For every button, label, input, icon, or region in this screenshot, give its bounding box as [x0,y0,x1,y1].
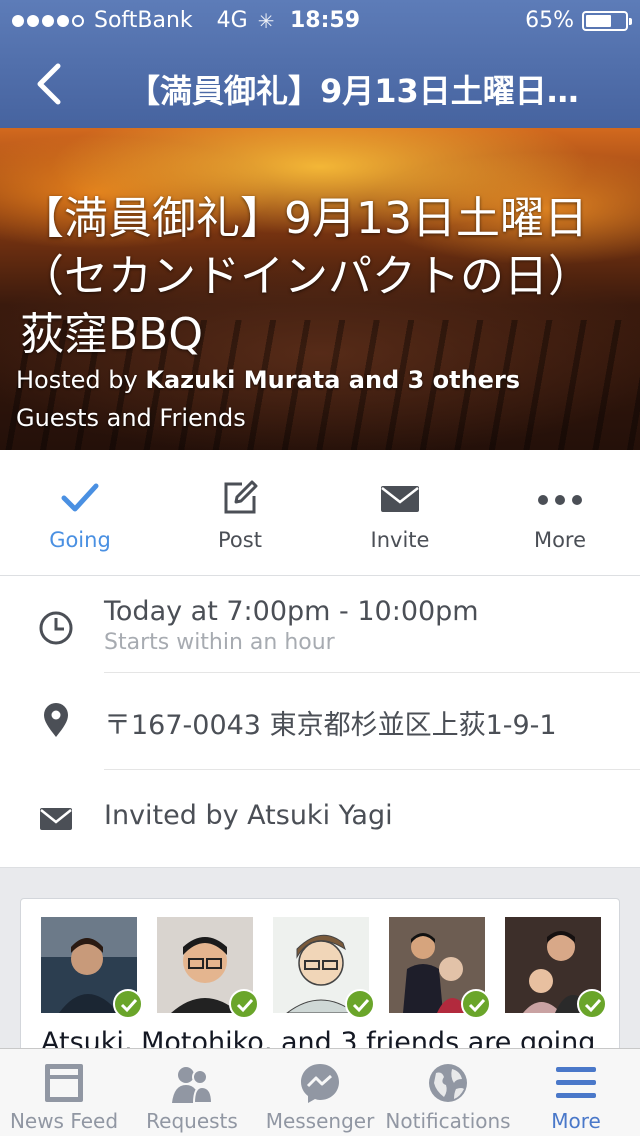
event-action-bar: Going Post Invite More [0,450,640,576]
menu-icon [556,1067,596,1098]
event-details: Today at 7:00pm - 10:00pm Starts within … [0,576,640,868]
going-check-icon [461,989,491,1019]
invited-by: Invited by Atsuki Yagi [104,800,393,831]
post-label: Post [218,528,262,552]
post-button[interactable]: Post [160,450,320,576]
going-check-icon [345,989,375,1019]
event-time-row[interactable]: Today at 7:00pm - 10:00pm Starts within … [0,576,640,673]
clock: 18:59 [290,8,361,33]
event-audience: Guests and Friends [16,404,246,432]
page-title: 【満員御礼】9月13日土曜日… [128,72,579,110]
messenger-icon [301,1064,339,1103]
event-time: Today at 7:00pm - 10:00pm [104,596,479,627]
event-hosts: Hosted by Kazuki Murata and 3 others [16,366,520,394]
host-names-link[interactable]: Kazuki Murata and 3 others [145,366,520,394]
back-button[interactable] [30,62,70,106]
event-title: 【満員御礼】9月13日土曜日（セカンドインパクトの日）荻窪BBQ [20,193,592,360]
invite-button[interactable]: Invite [320,450,480,576]
event-location-row[interactable]: 〒167-0043 東京都杉並区上荻1-9-1 [0,673,640,770]
status-bar: SoftBank 4G ✳ 18:59 65% [0,0,640,40]
signal-strength-icon [12,14,84,27]
globe-icon [429,1064,467,1102]
invited-by-row[interactable]: Invited by Atsuki Yagi [0,770,640,867]
going-check-icon [577,989,607,1019]
event-time-subtitle: Starts within an hour [104,630,335,655]
carrier-name: SoftBank [94,8,193,33]
top-bar: SoftBank 4G ✳ 18:59 65% 【満員御礼】9月13日土曜日… [0,0,640,128]
envelope-icon [40,808,72,830]
tab-more[interactable]: More [512,1049,640,1136]
avatar[interactable] [157,917,259,1019]
tab-label: More [551,1109,601,1133]
going-check-icon [229,989,259,1019]
more-dots-icon [538,495,582,505]
chevron-left-icon [37,63,61,105]
edit-icon [224,480,258,514]
avatar[interactable] [41,917,143,1019]
event-cover-photo: 【満員御礼】9月13日土曜日（セカンドインパクトの日）荻窪BBQ Hosted … [0,128,640,450]
envelope-icon [381,486,419,512]
status-left: SoftBank 4G ✳ [12,8,274,33]
news-feed-icon [45,1064,83,1102]
avatar[interactable] [505,917,607,1019]
friends-going-card[interactable]: Atsuki, Motohiko, and 3 friends are goin… [20,898,620,1058]
checkmark-icon [61,483,99,512]
battery-icon [582,10,632,31]
friend-requests-icon [172,1067,214,1104]
network-type: 4G [216,8,248,33]
bottom-tab-bar: News Feed Requests Messenger Notificatio… [0,1048,640,1136]
going-label: Going [49,528,111,552]
avatar[interactable] [273,917,375,1019]
battery-percent: 65% [525,8,574,33]
activity-spinner-icon: ✳ [257,8,275,33]
going-check-icon [113,989,143,1019]
event-location: 〒167-0043 東京都杉並区上荻1-9-1 [104,710,557,741]
status-right: 65% [525,8,632,33]
hosted-by-label: Hosted by [16,366,146,394]
avatar[interactable] [389,917,491,1019]
more-actions-button[interactable]: More [480,450,640,576]
location-pin-icon [44,703,68,737]
clock-icon [39,611,73,645]
going-button[interactable]: Going [0,450,160,576]
more-actions-label: More [533,528,587,552]
invite-label: Invite [370,528,430,552]
navigation-bar: 【満員御礼】9月13日土曜日… [0,40,640,128]
